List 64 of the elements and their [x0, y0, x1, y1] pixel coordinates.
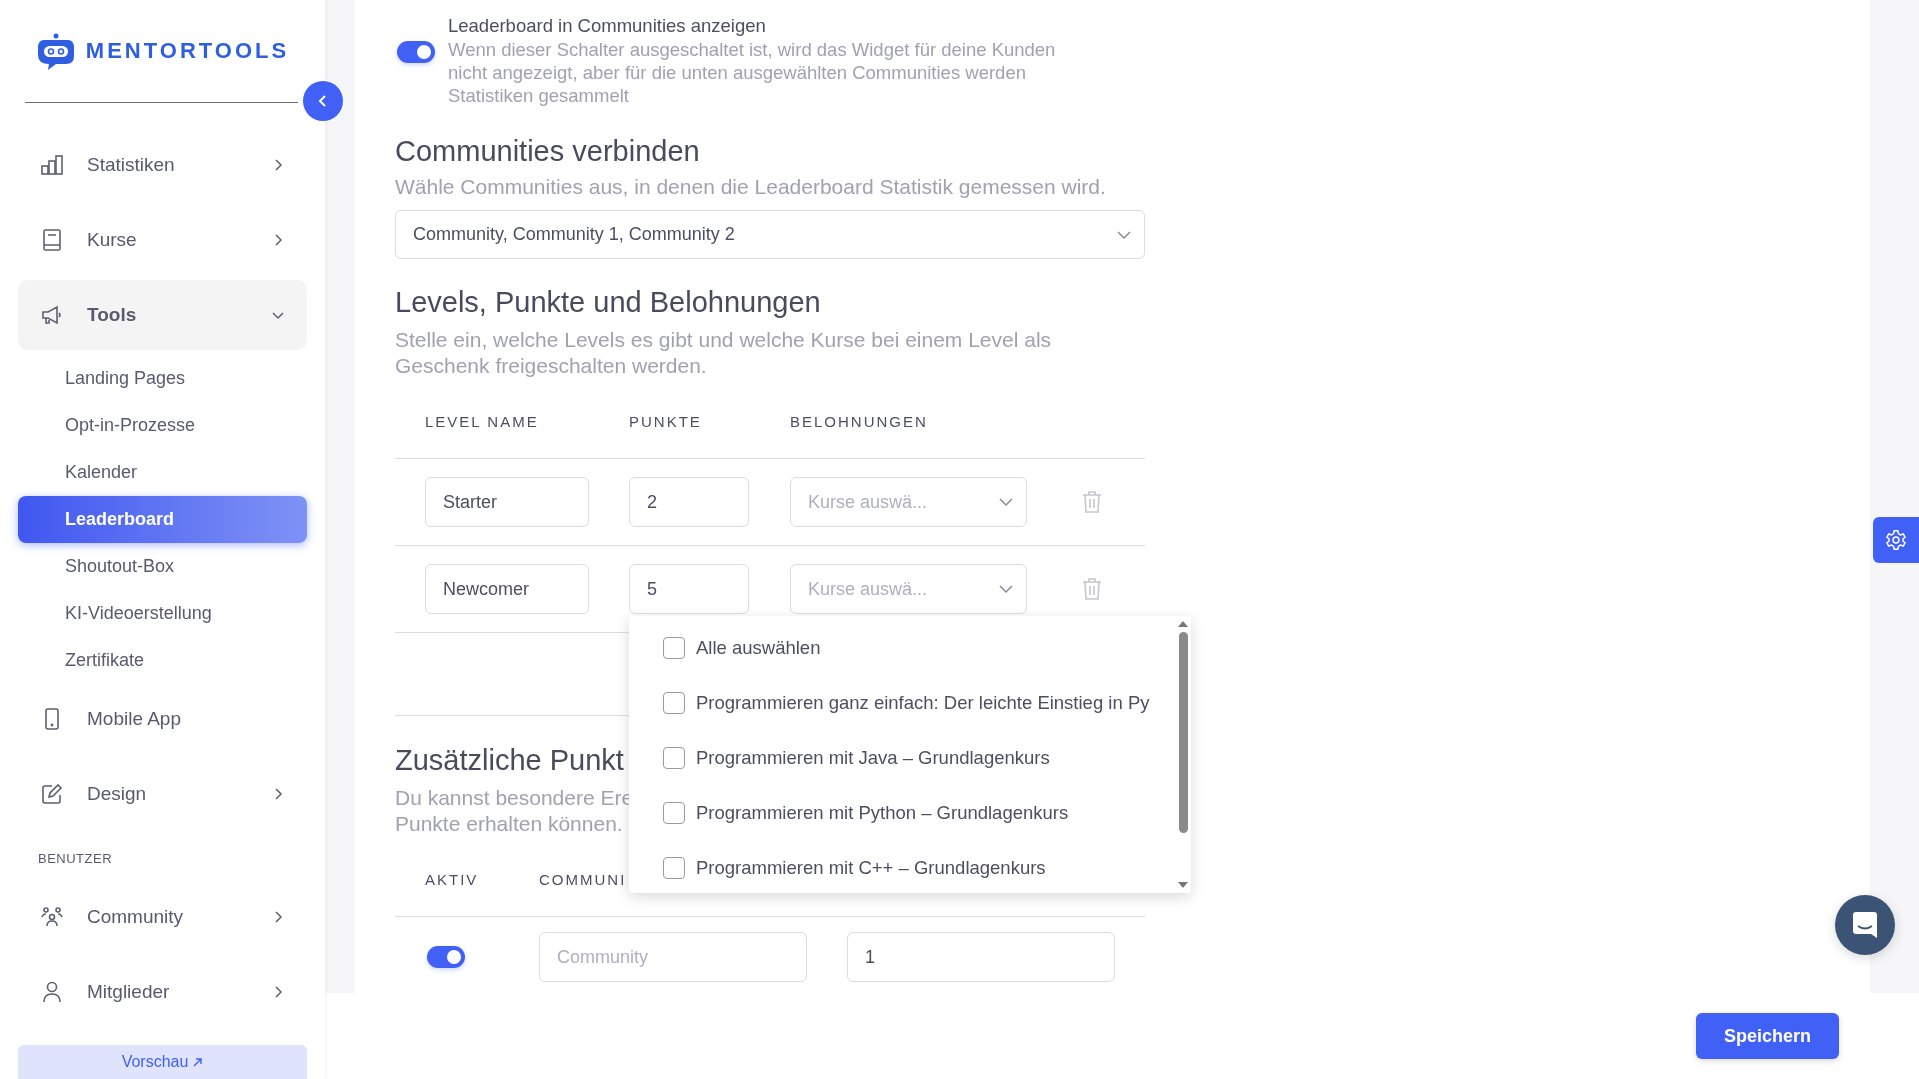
dropdown-option[interactable]: Programmieren mit Python – Grundlagenkurs: [629, 785, 1159, 840]
community-select[interactable]: Community, Community 1, Community 2: [395, 210, 1145, 259]
megaphone-icon: [40, 303, 64, 327]
toggle-switch[interactable]: [427, 946, 465, 968]
toggle-switch[interactable]: [397, 41, 435, 63]
collapse-button[interactable]: [303, 81, 343, 121]
scrollbar[interactable]: [1177, 620, 1189, 889]
section-description: Stelle ein, welche Levels es gibt und welche Kurse bei einem Level als Geschenk freigeschalten werden.: [395, 327, 1053, 379]
dropdown-option[interactable]: Programmieren ganz einfach: Der leichte Einstieg in Py: [629, 675, 1159, 730]
section-description: Wähle Communities aus, in denen die Leaderboard Statistik gemessen wird.: [395, 174, 1106, 200]
dropdown-option[interactable]: Programmieren mit C++ – Grundlagenkurs: [629, 840, 1159, 895]
sub-nav-item[interactable]: Opt-in-Prozesse: [18, 402, 307, 449]
section-label: BENUTZER: [37, 849, 114, 868]
people-icon: [40, 905, 64, 929]
sub-nav-item[interactable]: Kalender: [18, 449, 307, 496]
logo-text: MENTORTOOLS: [85, 38, 290, 64]
nav-item[interactable]: Statistiken: [18, 130, 307, 200]
checkbox[interactable]: [663, 856, 685, 879]
section-heading: Levels, Punkte und Belohnungen: [395, 286, 821, 318]
scroll-down-icon[interactable]: [1177, 881, 1189, 889]
save-button[interactable]: Speichern: [1696, 1013, 1839, 1059]
sub-nav-item[interactable]: Shoutout-Box: [18, 543, 307, 590]
chart-icon: [40, 153, 64, 177]
preview-button[interactable]: Vorschau: [18, 1045, 307, 1079]
dropdown-option[interactable]: Programmieren mit Java – Grundlagenkurs: [629, 730, 1159, 785]
nav-item[interactable]: Tools: [18, 280, 307, 350]
toggle-label: Leaderboard in Communities anzeigen: [448, 14, 767, 38]
checkbox[interactable]: [663, 636, 685, 659]
points-field[interactable]: 1: [847, 932, 1115, 982]
scroll-up-icon[interactable]: [1177, 620, 1189, 628]
level-name-field[interactable]: Starter: [425, 477, 589, 527]
sub-nav-item[interactable]: Zertifikate: [18, 637, 307, 684]
checkbox[interactable]: [663, 746, 685, 769]
chat-bubble-icon: [1852, 911, 1878, 939]
section-description: Punkte erhalten können.: [395, 811, 623, 837]
pencil-icon: [40, 782, 64, 806]
level-name-field[interactable]: Newcomer: [425, 564, 589, 614]
column-header: LEVEL NAME: [425, 412, 540, 432]
checkbox[interactable]: [663, 691, 685, 714]
robot-logo-icon: [35, 31, 76, 71]
section-heading: Zusätzliche Punkt: [395, 744, 624, 776]
nav-item[interactable]: Design: [18, 759, 307, 829]
nav-item[interactable]: Community: [18, 882, 307, 952]
points-field[interactable]: 2: [629, 477, 749, 527]
person-icon: [40, 980, 64, 1004]
points-field[interactable]: 5: [629, 564, 749, 614]
column-header: PUNKTE: [629, 412, 703, 432]
toggle-description: Wenn dieser Schalter ausgeschaltet ist, wird das Widget für deine Kunden nicht angezeigt, aber für die unten ausgewählten Communities werden Statistiken gesammelt: [448, 38, 1057, 107]
column-header: AKTIV: [425, 870, 480, 890]
checkbox[interactable]: [663, 801, 685, 824]
external-arrow-icon: [192, 1056, 204, 1068]
column-header: BELOHNUNGEN: [790, 412, 928, 432]
nav-item[interactable]: Kurse: [18, 205, 307, 275]
column-header: COMMUNI: [539, 870, 627, 890]
settings-icon: [1885, 529, 1907, 551]
book-icon: [40, 228, 64, 252]
dropdown-option[interactable]: Alle auswählen: [629, 620, 1159, 675]
nav-item[interactable]: Mitglieder: [18, 957, 307, 1027]
section-heading: Communities verbinden: [395, 135, 700, 167]
sub-nav-item[interactable]: Leaderboard: [18, 496, 307, 543]
nav-item[interactable]: Mobile App: [18, 684, 307, 754]
sub-nav-item[interactable]: Landing Pages: [18, 355, 307, 402]
settings-tab[interactable]: [1873, 517, 1919, 563]
sub-nav-item[interactable]: KI-Videoerstellung: [18, 590, 307, 637]
